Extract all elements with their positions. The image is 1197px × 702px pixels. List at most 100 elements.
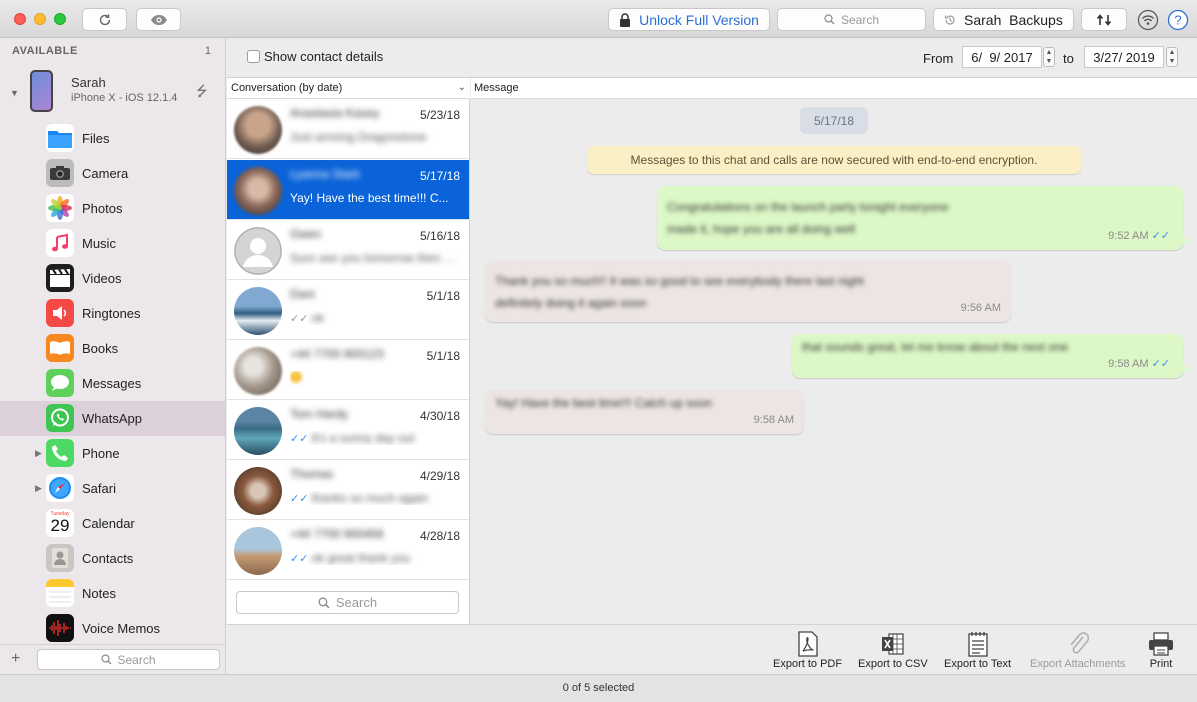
toolbar-search-input[interactable]: Search (777, 8, 926, 31)
sidebar-item-calendar[interactable]: Tuesday 29 Calendar (0, 506, 225, 541)
conversation-preview-row: ✓✓ thanks so much again (290, 491, 460, 505)
expand-triangle-icon[interactable]: ▶ (35, 483, 42, 494)
export-pdf-label: Export to PDF (773, 658, 843, 670)
search-icon (824, 14, 835, 25)
double-check-icon: ✓✓ (290, 493, 309, 505)
sidebar-item-books[interactable]: Books (0, 331, 225, 366)
conversation-preview-row: ✓✓ It's a sunny day out (290, 431, 460, 445)
printer-icon (1148, 630, 1174, 658)
conversation-search-input[interactable]: Search (236, 591, 459, 614)
sidebar-item-phone[interactable]: ▶ Phone (0, 436, 225, 471)
message-text-line: Thank you so much!! It was so good to se… (495, 274, 864, 288)
avatar (234, 407, 282, 455)
sidebar-item-videos[interactable]: Videos (0, 261, 225, 296)
refresh-button[interactable] (82, 8, 127, 31)
disclosure-triangle-icon[interactable]: ▼ (10, 88, 19, 98)
device-count: 1 (204, 45, 211, 57)
conversation-row[interactable]: +44 7700 900123 5/1/18 (227, 340, 469, 400)
preview-button[interactable] (136, 8, 181, 31)
conversation-date: 5/1/18 (426, 289, 460, 303)
double-check-icon: ✓✓ (290, 553, 309, 565)
show-contact-details-label[interactable]: Show contact details (264, 49, 383, 64)
minimize-window-button[interactable] (34, 13, 46, 25)
sidebar-item-camera[interactable]: Camera (0, 156, 225, 191)
avatar (234, 167, 282, 215)
sidebar-item-notes[interactable]: Notes (0, 576, 225, 611)
conversation-name: Anastasia Kasey (290, 106, 380, 120)
sidebar-item-whatsapp[interactable]: WhatsApp (0, 401, 225, 436)
export-pdf-button[interactable]: Export to PDF (773, 630, 842, 670)
message-time: 9:58 AM (753, 414, 794, 426)
message-bubble-outgoing[interactable]: Congratulations on the launch party toni… (657, 186, 1191, 250)
conversation-row[interactable]: Gwen 5/16/18 Sure see you tomorrow then … (227, 220, 469, 280)
files-icon (46, 124, 74, 152)
sidebar-item-voice-memos[interactable]: Voice Memos (0, 611, 225, 646)
message-text: Thank you so much!! It was so good to se… (495, 270, 864, 314)
sidebar-search-input[interactable]: Search (37, 649, 220, 670)
sidebar-footer: + Search (0, 644, 226, 674)
to-label: to (1063, 51, 1074, 66)
search-icon (101, 654, 112, 665)
close-window-button[interactable] (14, 13, 26, 25)
sidebar-item-label: Phone (82, 446, 120, 461)
to-date-field[interactable]: 3/27/ 2019 (1084, 46, 1164, 68)
whatsapp-icon (46, 404, 74, 432)
from-date-field[interactable]: 6/ 9/ 2017 (962, 46, 1042, 68)
avatar (234, 527, 282, 575)
paperclip-icon (1067, 630, 1089, 658)
print-button[interactable]: Print (1148, 630, 1174, 670)
sidebar-item-label: Photos (82, 201, 123, 216)
sidebar-item-messages[interactable]: Messages (0, 366, 225, 401)
message-time-row: 9:58 AM ✓✓ (1108, 357, 1173, 370)
conversation-name: Gwen (290, 227, 322, 241)
expand-triangle-icon[interactable]: ▶ (35, 448, 42, 459)
export-text-button[interactable]: Export to Text (944, 630, 1011, 670)
sidebar-item-label: Messages (82, 376, 142, 391)
book-icon (46, 334, 74, 362)
wifi-sync-button[interactable] (1137, 9, 1159, 31)
conversation-row-selected[interactable]: Lyanna Stark 5/17/18 Yay! Have the best … (227, 160, 469, 220)
message-bubble-incoming[interactable]: Thank you so much!! It was so good to se… (477, 260, 1011, 322)
unlock-full-version-button[interactable]: Unlock Full Version (608, 8, 770, 31)
to-date-stepper[interactable]: ▲ ▼ (1166, 47, 1178, 67)
message-column-header: Message (471, 78, 1197, 99)
chevron-down-icon: ⌄ (457, 82, 466, 93)
message-bubble-outgoing[interactable]: that sounds great, let me know about the… (792, 334, 1191, 378)
export-attachments-button[interactable]: Export Attachments (1030, 630, 1125, 670)
device-row[interactable]: ▼ Sarah iPhone X - iOS 12.1.4 ⭍ (0, 66, 226, 124)
sidebar-item-label: Calendar (82, 516, 135, 531)
sidebar-item-files[interactable]: Files (0, 121, 225, 156)
sidebar-item-label: Safari (82, 481, 116, 496)
app-window: Unlock Full Version Search Sarah Backups… (0, 0, 1197, 702)
photos-icon (46, 194, 74, 222)
sidebar-item-safari[interactable]: ▶ Safari (0, 471, 225, 506)
default-avatar-icon (234, 227, 282, 275)
sidebar-item-contacts[interactable]: Contacts (0, 541, 225, 576)
sidebar-item-music[interactable]: Music (0, 226, 225, 261)
from-date-stepper[interactable]: ▲ ▼ (1043, 47, 1055, 67)
zoom-window-button[interactable] (54, 13, 66, 25)
add-icon[interactable]: + (11, 650, 20, 668)
conversation-row[interactable]: Thomas 4/29/18 ✓✓ thanks so much again (227, 460, 469, 520)
help-button[interactable]: ? (1167, 9, 1189, 31)
message-bubble-incoming[interactable]: Yay! Have the best time!!! Catch up soon… (477, 390, 804, 434)
sidebar-item-photos[interactable]: Photos (0, 191, 225, 226)
calendar-icon: Tuesday 29 (46, 509, 74, 537)
sidebar-item-label: Voice Memos (82, 621, 161, 636)
export-csv-button[interactable]: Export to CSV (858, 630, 928, 670)
toolbar-search-placeholder: Search (840, 12, 880, 27)
transfer-button[interactable] (1081, 8, 1127, 31)
avatar (234, 287, 282, 335)
conversation-row[interactable]: Dani 5/1/18 ✓✓ ok (227, 280, 469, 340)
backups-button[interactable]: Sarah Backups (933, 8, 1074, 31)
conversation-row[interactable]: Tom Hardy 4/30/18 ✓✓ It's a sunny day out (227, 400, 469, 460)
svg-text:?: ? (1174, 13, 1181, 28)
show-contact-details-checkbox[interactable] (247, 50, 260, 63)
from-label: From (923, 51, 954, 66)
conversation-column-header[interactable]: Conversation (by date) ⌄ (227, 78, 470, 99)
sidebar-item-ringtones[interactable]: Ringtones (0, 296, 225, 331)
conversation-row[interactable]: +44 7700 900456 4/28/18 ✓✓ ok great thank… (227, 520, 469, 580)
message-text: Congratulations on the launch party toni… (667, 196, 949, 240)
conversation-row[interactable]: Anastasia Kasey 5/23/18 Just arriving Dr… (227, 99, 469, 159)
double-check-icon: ✓✓ (290, 313, 309, 325)
